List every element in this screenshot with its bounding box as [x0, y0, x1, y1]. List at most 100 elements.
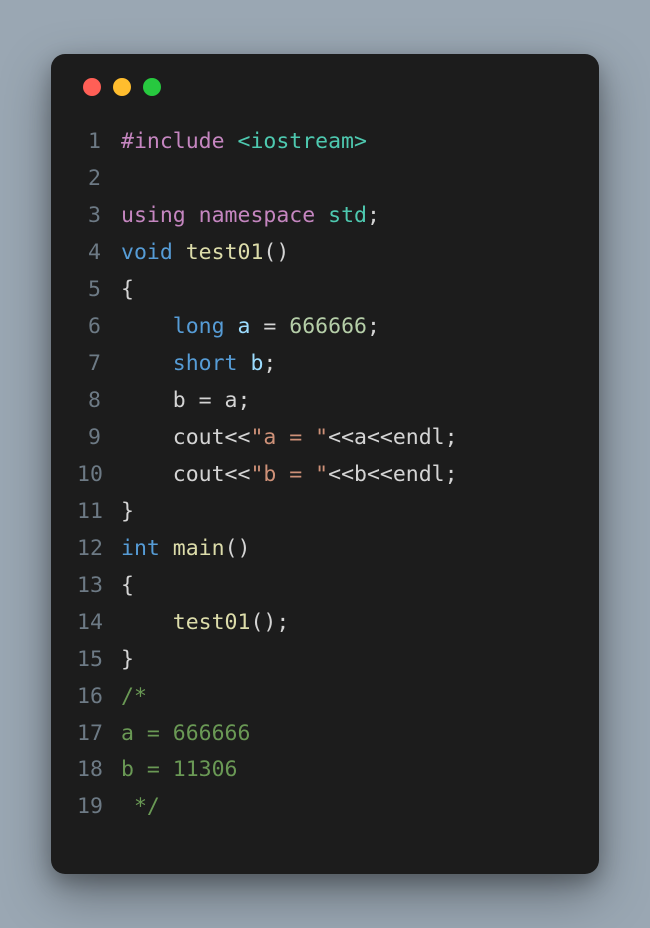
- code-token: ;: [367, 203, 380, 228]
- code-line: 4void test01(): [77, 235, 573, 272]
- traffic-lights: [83, 78, 573, 96]
- code-token: /*: [121, 684, 147, 709]
- code-line: 7 short b;: [77, 346, 573, 383]
- code-token: std: [328, 203, 367, 228]
- line-number: 3: [77, 198, 121, 235]
- code-token: }: [121, 499, 134, 524]
- code-token: [121, 610, 173, 635]
- code-line: 6 long a = 666666;: [77, 309, 573, 346]
- code-content: using namespace std;: [121, 198, 380, 235]
- code-token: }: [121, 647, 134, 672]
- code-line: 8 b = a;: [77, 383, 573, 420]
- code-token: =: [263, 314, 289, 339]
- code-content: }: [121, 642, 134, 679]
- code-content: b = a;: [121, 383, 250, 420]
- line-number: 1: [77, 124, 121, 161]
- code-content: int main(): [121, 531, 250, 568]
- line-number: 2: [77, 161, 121, 198]
- code-token: [121, 314, 173, 339]
- code-line: 16/*: [77, 679, 573, 716]
- code-token: short: [173, 351, 251, 376]
- code-token: 666666: [289, 314, 367, 339]
- code-content: long a = 666666;: [121, 309, 380, 346]
- line-number: 17: [77, 716, 121, 753]
- code-token: [121, 351, 173, 376]
- code-token: a = 666666: [121, 721, 250, 746]
- code-token: <iostream>: [238, 129, 367, 154]
- line-number: 6: [77, 309, 121, 346]
- line-number: 9: [77, 420, 121, 457]
- line-number: 5: [77, 272, 121, 309]
- code-token: */: [121, 794, 160, 819]
- code-token: cout<<: [121, 425, 250, 450]
- code-line: 10 cout<<"b = "<<b<<endl;: [77, 457, 573, 494]
- line-number: 18: [77, 752, 121, 789]
- code-line: 14 test01();: [77, 605, 573, 642]
- line-number: 19: [77, 789, 121, 826]
- line-number: 13: [77, 568, 121, 605]
- code-token: <<b<<endl;: [328, 462, 457, 487]
- line-number: 14: [77, 605, 121, 642]
- code-token: <<a<<endl;: [328, 425, 457, 450]
- code-line: 9 cout<<"a = "<<a<<endl;: [77, 420, 573, 457]
- code-line: 12int main(): [77, 531, 573, 568]
- code-content: {: [121, 568, 134, 605]
- code-line: 11}: [77, 494, 573, 531]
- minimize-icon[interactable]: [113, 78, 131, 96]
- code-token: ;: [367, 314, 380, 339]
- code-token: {: [121, 573, 134, 598]
- close-icon[interactable]: [83, 78, 101, 96]
- line-number: 7: [77, 346, 121, 383]
- code-token: ;: [263, 351, 276, 376]
- code-content: {: [121, 272, 134, 309]
- code-content: */: [121, 789, 160, 826]
- code-content: cout<<"b = "<<b<<endl;: [121, 457, 458, 494]
- code-line: 3using namespace std;: [77, 198, 573, 235]
- line-number: 11: [77, 494, 121, 531]
- code-token: (): [225, 536, 251, 561]
- line-number: 12: [77, 531, 121, 568]
- line-number: 10: [77, 457, 121, 494]
- code-token: a: [238, 314, 264, 339]
- code-token: namespace: [199, 203, 328, 228]
- code-token: "b = ": [250, 462, 328, 487]
- code-content: cout<<"a = "<<a<<endl;: [121, 420, 458, 457]
- code-token: b = a;: [121, 388, 250, 413]
- code-editor: 1#include <iostream>23using namespace st…: [77, 124, 573, 826]
- code-content: /*: [121, 679, 147, 716]
- code-token: #include: [121, 129, 238, 154]
- code-content: b = 11306: [121, 752, 238, 789]
- code-content: #include <iostream>: [121, 124, 367, 161]
- code-content: test01();: [121, 605, 289, 642]
- code-token: "a = ": [250, 425, 328, 450]
- code-line: 5{: [77, 272, 573, 309]
- code-line: 1#include <iostream>: [77, 124, 573, 161]
- code-window: 1#include <iostream>23using namespace st…: [51, 54, 599, 874]
- code-token: ();: [250, 610, 289, 635]
- code-content: short b;: [121, 346, 276, 383]
- code-token: test01: [186, 240, 264, 265]
- code-token: (): [263, 240, 289, 265]
- code-token: b: [250, 351, 263, 376]
- code-token: test01: [173, 610, 251, 635]
- code-token: long: [173, 314, 238, 339]
- line-number: 8: [77, 383, 121, 420]
- zoom-icon[interactable]: [143, 78, 161, 96]
- code-line: 17a = 666666: [77, 716, 573, 753]
- code-content: a = 666666: [121, 716, 250, 753]
- code-token: using: [121, 203, 199, 228]
- code-token: {: [121, 277, 134, 302]
- code-token: void: [121, 240, 186, 265]
- code-line: 18b = 11306: [77, 752, 573, 789]
- line-number: 16: [77, 679, 121, 716]
- line-number: 4: [77, 235, 121, 272]
- code-content: }: [121, 494, 134, 531]
- code-content: void test01(): [121, 235, 289, 272]
- code-line: 19 */: [77, 789, 573, 826]
- line-number: 15: [77, 642, 121, 679]
- code-line: 13{: [77, 568, 573, 605]
- code-line: 15}: [77, 642, 573, 679]
- code-line: 2: [77, 161, 573, 198]
- code-token: b = 11306: [121, 757, 238, 782]
- code-token: main: [173, 536, 225, 561]
